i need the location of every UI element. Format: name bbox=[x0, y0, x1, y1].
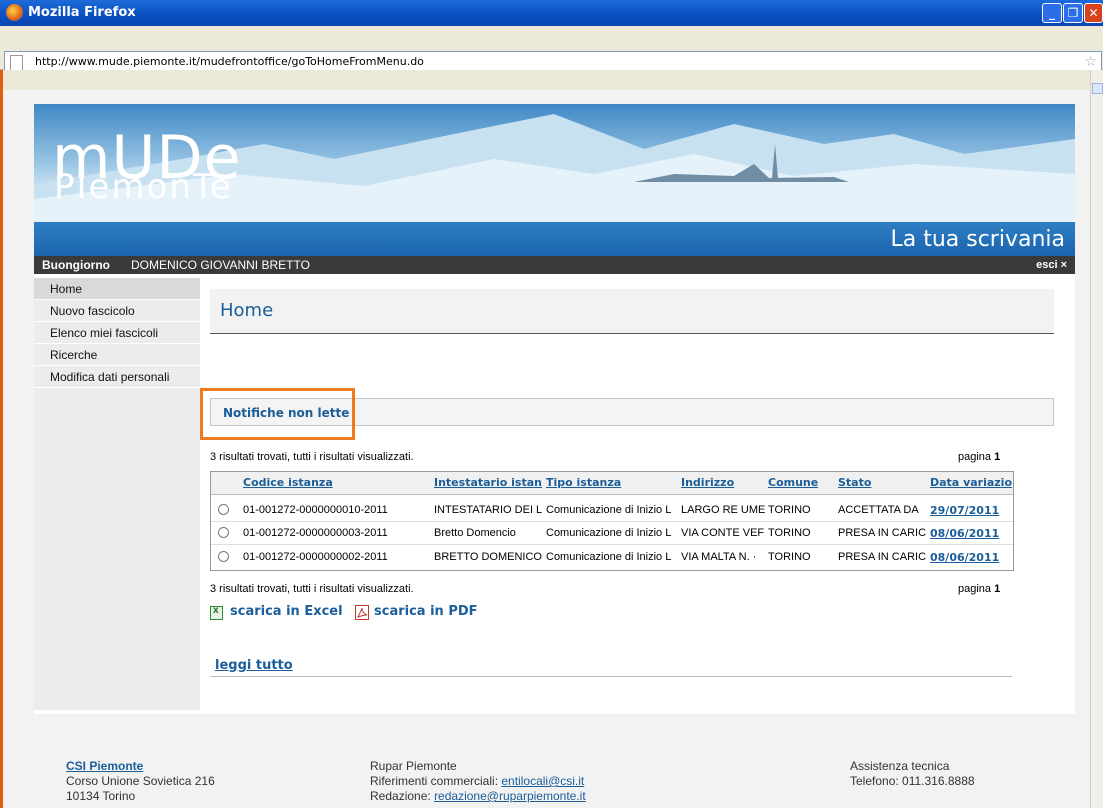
excel-icon[interactable] bbox=[210, 605, 223, 620]
cell-intestatario: BRETTO DOMENICO bbox=[434, 551, 542, 563]
editorial-email-link[interactable]: redazione@ruparpiemonte.it bbox=[434, 789, 586, 803]
cell-stato: PRESA IN CARIC bbox=[838, 551, 927, 563]
bookmark-star-icon[interactable]: ☆ bbox=[1084, 52, 1097, 72]
cell-comune: TORINO bbox=[768, 504, 811, 516]
vertical-scrollbar[interactable] bbox=[1090, 70, 1103, 808]
close-icon[interactable]: ✕ bbox=[1084, 3, 1103, 23]
page-number[interactable]: 1 bbox=[994, 583, 1000, 595]
footer-rupar: Rupar Piemonte Riferimenti commerciali: … bbox=[370, 759, 586, 804]
download-excel-link[interactable]: scarica in Excel bbox=[230, 604, 343, 619]
col-indirizzo[interactable]: Indirizzo bbox=[681, 476, 763, 489]
cell-data-link[interactable]: 08/06/2011 bbox=[930, 527, 1012, 540]
table-row[interactable]: 01-001272-0000000010-2011 INTESTATARIO D… bbox=[211, 499, 1013, 522]
highlight-frame bbox=[200, 388, 355, 440]
cell-codice: 01-001272-0000000010-2011 bbox=[243, 504, 388, 516]
footer-support: Assistenza tecnica Telefono: 011.316.888… bbox=[850, 759, 975, 789]
results-count-bottom: 3 risultati trovati, tutti i risultati v… bbox=[210, 583, 414, 595]
cell-data-link[interactable]: 08/06/2011 bbox=[930, 551, 1012, 564]
cell-indirizzo: VIA CONTE VEF bbox=[681, 527, 765, 539]
col-data-variazione[interactable]: Data variazion bbox=[930, 476, 1012, 489]
url-text: http://www.mude.piemonte.it/mudefrontoff… bbox=[35, 55, 424, 68]
rupar-editorial-label: Redazione: bbox=[370, 789, 431, 803]
firefox-icon bbox=[6, 4, 23, 21]
table-header: Codice istanza Intestatario istanz Tipo … bbox=[211, 472, 1013, 495]
cell-tipo: Comunicazione di Inizio L bbox=[546, 551, 672, 563]
col-comune[interactable]: Comune bbox=[768, 476, 828, 489]
cell-codice: 01-001272-0000000002-2011 bbox=[243, 551, 388, 563]
col-stato[interactable]: Stato bbox=[838, 476, 928, 489]
col-codice-istanza[interactable]: Codice istanza bbox=[243, 476, 423, 489]
cell-stato: PRESA IN CARIC bbox=[838, 527, 927, 539]
cell-comune: TORINO bbox=[768, 551, 811, 563]
commercial-email-link[interactable]: entilocali@csi.it bbox=[501, 774, 584, 788]
cell-tipo: Comunicazione di Inizio L bbox=[546, 504, 672, 516]
divider bbox=[210, 676, 1012, 677]
page-number[interactable]: 1 bbox=[994, 451, 1000, 463]
restore-icon[interactable]: ❐ bbox=[1063, 3, 1083, 23]
minimize-icon[interactable]: _ bbox=[1042, 3, 1062, 23]
page-heading-box: Home bbox=[210, 289, 1054, 334]
notifications-table: Codice istanza Intestatario istanz Tipo … bbox=[210, 471, 1014, 571]
navigation-toolbar: http://www.mude.piemonte.it/mudefrontoff… bbox=[0, 26, 1103, 73]
sidebar-item-nuovo-fascicolo[interactable]: Nuovo fascicolo bbox=[34, 300, 200, 322]
cell-indirizzo: VIA MALTA N. · bbox=[681, 551, 757, 563]
table-row[interactable]: 01-001272-0000000002-2011 BRETTO DOMENIC… bbox=[211, 546, 1013, 568]
results-count-top: 3 risultati trovati, tutti i risultati v… bbox=[210, 451, 414, 463]
user-bar: Buongiorno DOMENICO GIOVANNI BRETTO esci… bbox=[34, 256, 1075, 274]
section-bar: La tua scrivania bbox=[34, 222, 1075, 256]
support-phone: Telefono: 011.316.8888 bbox=[850, 774, 975, 788]
col-tipo-istanza[interactable]: Tipo istanza bbox=[546, 476, 676, 489]
page-title: Home bbox=[220, 300, 274, 321]
support-title: Assistenza tecnica bbox=[850, 759, 950, 773]
greeting-label: Buongiorno bbox=[42, 258, 110, 272]
cell-codice: 01-001272-0000000003-2011 bbox=[243, 527, 388, 539]
table-row[interactable]: 01-001272-0000000003-2011 Bretto Domenci… bbox=[211, 522, 1013, 545]
page-label: pagina bbox=[958, 451, 992, 463]
read-all-link[interactable]: leggi tutto bbox=[215, 658, 293, 673]
scroll-up-icon[interactable] bbox=[1092, 83, 1103, 94]
cell-intestatario: Bretto Domencio bbox=[434, 527, 516, 539]
cell-data-link[interactable]: 29/07/2011 bbox=[930, 504, 1012, 517]
org-address-line2: 10134 Torino bbox=[66, 789, 136, 803]
sidebar-item-home[interactable]: Home bbox=[34, 278, 200, 300]
toolbar-spacer bbox=[3, 70, 1090, 90]
org-link[interactable]: CSI Piemonte bbox=[66, 759, 143, 773]
pdf-icon[interactable] bbox=[355, 605, 369, 620]
cell-tipo: Comunicazione di Inizio L bbox=[546, 527, 672, 539]
logo-piemonte: PIemonTe bbox=[54, 167, 233, 207]
cell-stato: ACCETTATA DA bbox=[838, 504, 919, 516]
row-radio[interactable] bbox=[218, 551, 229, 562]
pagination-bottom: pagina 1 bbox=[958, 583, 1000, 595]
org-address-line1: Corso Unione Sovietica 216 bbox=[66, 774, 215, 788]
window-title: Mozilla Firefox bbox=[28, 5, 136, 20]
download-pdf-link[interactable]: scarica in PDF bbox=[374, 604, 478, 619]
cell-indirizzo: LARGO RE UME bbox=[681, 504, 765, 516]
footer-org: CSI Piemonte Corso Unione Sovietica 216 … bbox=[66, 759, 215, 804]
row-radio[interactable] bbox=[218, 504, 229, 515]
rupar-commercial-label: Riferimenti commerciali: bbox=[370, 774, 499, 788]
sidebar-item-modifica-dati[interactable]: Modifica dati personali bbox=[34, 366, 200, 388]
cell-intestatario: INTESTATARIO DEI L bbox=[434, 504, 542, 516]
user-name: DOMENICO GIOVANNI BRETTO bbox=[131, 258, 310, 272]
col-intestatario[interactable]: Intestatario istanz bbox=[434, 476, 542, 489]
sidebar-item-elenco-fascicoli[interactable]: Elenco miei fascicoli bbox=[34, 322, 200, 344]
section-title: La tua scrivania bbox=[890, 227, 1065, 252]
page-icon bbox=[10, 55, 23, 71]
pagination-top: pagina 1 bbox=[958, 451, 1000, 463]
page-label: pagina bbox=[958, 583, 992, 595]
logout-link[interactable]: esci × bbox=[1036, 256, 1067, 274]
window-titlebar: Mozilla Firefox _ ❐ ✕ bbox=[0, 0, 1103, 26]
sidebar-item-ricerche[interactable]: Ricerche bbox=[34, 344, 200, 366]
cell-comune: TORINO bbox=[768, 527, 811, 539]
rupar-title: Rupar Piemonte bbox=[370, 759, 457, 773]
row-radio[interactable] bbox=[218, 527, 229, 538]
